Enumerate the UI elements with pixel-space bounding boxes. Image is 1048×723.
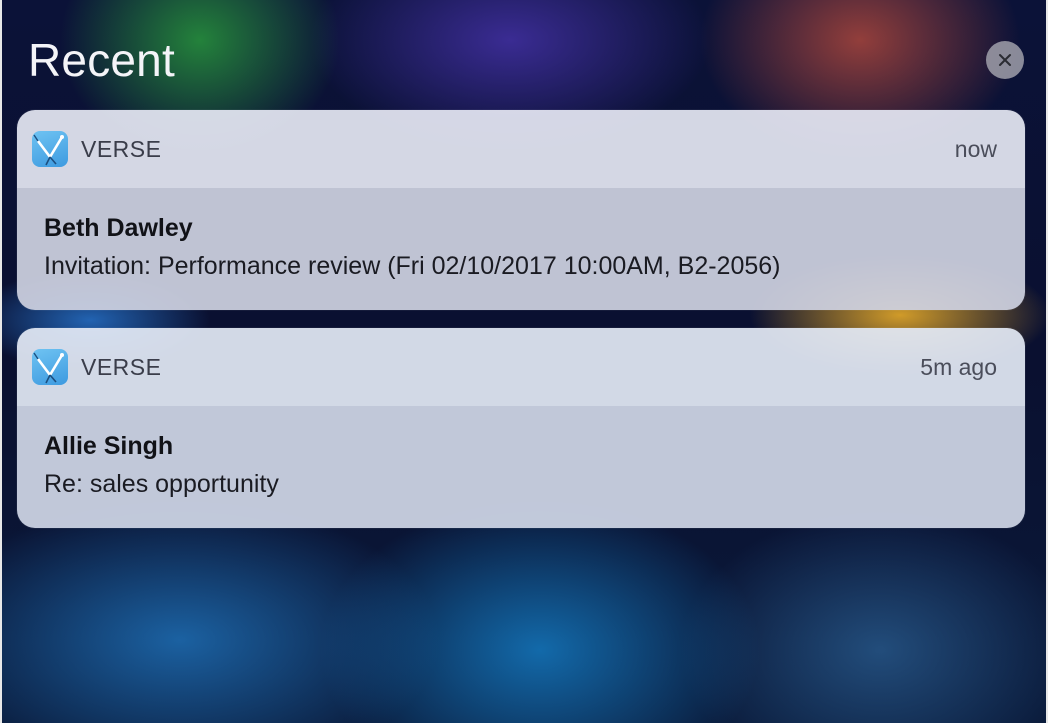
notification-sender: Beth Dawley	[44, 214, 193, 242]
notification-body: Allie Singh Re: sales opportunity	[17, 406, 1025, 528]
notification-card[interactable]: VERSE now Beth Dawley Invitation: Perfor…	[17, 110, 1025, 310]
notification-time: now	[954, 136, 997, 162]
notification-message: Invitation: Performance review (Fri 02/1…	[44, 252, 781, 280]
close-button[interactable]	[986, 41, 1024, 79]
notification-message: Re: sales opportunity	[44, 470, 279, 498]
notification-body: Beth Dawley Invitation: Performance revi…	[17, 188, 1025, 310]
app-name: VERSE	[81, 136, 162, 162]
app-name: VERSE	[81, 354, 162, 380]
verse-app-icon	[32, 349, 68, 385]
notification-card[interactable]: VERSE 5m ago Allie Singh Re: sales oppor…	[17, 328, 1025, 528]
notification-center-header: Recent	[28, 30, 1024, 100]
page-title: Recent	[28, 34, 175, 86]
notification-header: VERSE 5m ago	[17, 328, 1025, 406]
notification-time: 5m ago	[920, 354, 997, 380]
notification-header: VERSE now	[17, 110, 1025, 188]
verse-app-icon	[32, 131, 68, 167]
notification-sender: Allie Singh	[44, 432, 174, 460]
close-icon	[999, 54, 1011, 66]
